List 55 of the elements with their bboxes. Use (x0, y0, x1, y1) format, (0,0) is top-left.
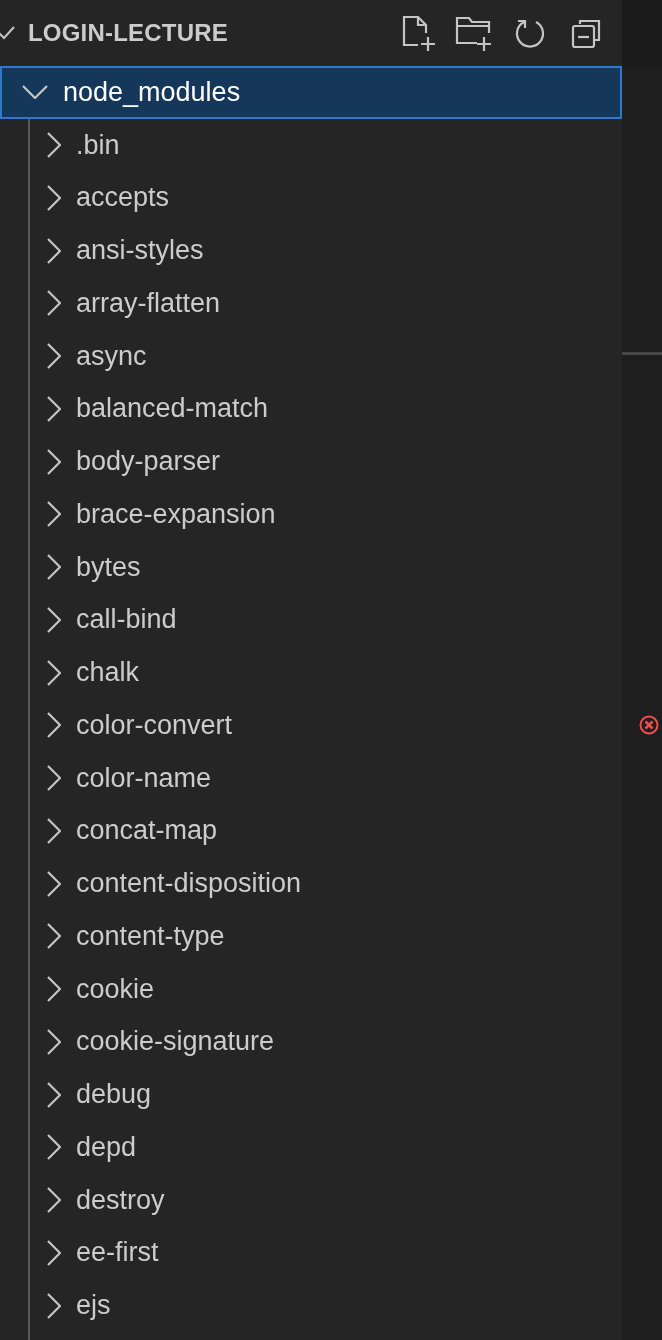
folder-item[interactable]: concat-map (30, 804, 622, 858)
chevron-down-icon (0, 26, 15, 40)
folder-item[interactable]: color-name (30, 751, 622, 805)
chevron-right-icon (47, 343, 61, 370)
chevron-right-icon (47, 501, 61, 528)
folder-item[interactable]: array-flatten (30, 277, 622, 330)
chevron-right-icon (47, 765, 61, 792)
folder-item[interactable]: ee-first (30, 1226, 622, 1280)
folder-item[interactable]: .bin (30, 118, 622, 172)
error-icon (639, 715, 659, 735)
new-file-icon (400, 15, 436, 51)
chevron-right-icon (47, 1081, 61, 1108)
refresh-icon (514, 17, 546, 49)
folder-item[interactable]: call-bind (30, 593, 622, 647)
chevron-right-icon (47, 237, 61, 264)
folder-item[interactable]: depd (30, 1121, 622, 1174)
chevron-right-icon (47, 1292, 61, 1319)
folder-item[interactable]: node_modules (0, 66, 622, 119)
folder-item[interactable]: ansi-styles (30, 224, 622, 277)
chevron-right-icon (47, 1134, 61, 1161)
chevron-right-icon (47, 554, 61, 581)
folder-item[interactable]: ejs (30, 1279, 622, 1332)
folder-item[interactable]: accepts (30, 171, 622, 225)
folder-item[interactable]: cookie-signature (30, 1015, 622, 1069)
chevron-right-icon (47, 1239, 61, 1266)
folder-item[interactable]: brace-expansion (30, 488, 622, 541)
chevron-right-icon (47, 606, 61, 633)
folder-item[interactable]: chalk (30, 646, 622, 699)
chevron-right-icon (47, 1028, 61, 1055)
chevron-right-icon (47, 1187, 61, 1214)
chevron-right-icon (47, 923, 61, 950)
folder-item[interactable]: cookie (30, 962, 622, 1016)
chevron-right-icon (47, 817, 61, 844)
chevron-right-icon (47, 870, 61, 897)
folder-item[interactable]: content-disposition (30, 857, 622, 910)
chevron-right-icon (47, 976, 61, 1003)
folder-item[interactable]: bytes (30, 540, 622, 594)
folder-item[interactable]: balanced-match (30, 382, 622, 436)
chevron-right-icon (47, 184, 61, 211)
folder-item[interactable]: body-parser (30, 435, 622, 488)
chevron-right-icon (47, 659, 61, 686)
folder-item[interactable]: destroy (30, 1173, 622, 1227)
chevron-right-icon (47, 712, 61, 739)
chevron-right-icon (47, 290, 61, 317)
folder-item[interactable]: content-type (30, 910, 622, 963)
new-folder-icon (455, 15, 493, 51)
chevron-down-icon (22, 85, 48, 100)
folder-item[interactable]: debug (30, 1068, 622, 1121)
collapse-all-icon (570, 17, 602, 49)
chevron-right-icon (47, 395, 61, 422)
section-header[interactable]: LOGIN-LECTURE (0, 13, 228, 53)
folder-item[interactable]: async (30, 329, 622, 383)
chevron-right-icon (47, 448, 61, 475)
folder-item[interactable]: color-convert (30, 699, 622, 752)
chevron-right-icon (47, 132, 61, 159)
